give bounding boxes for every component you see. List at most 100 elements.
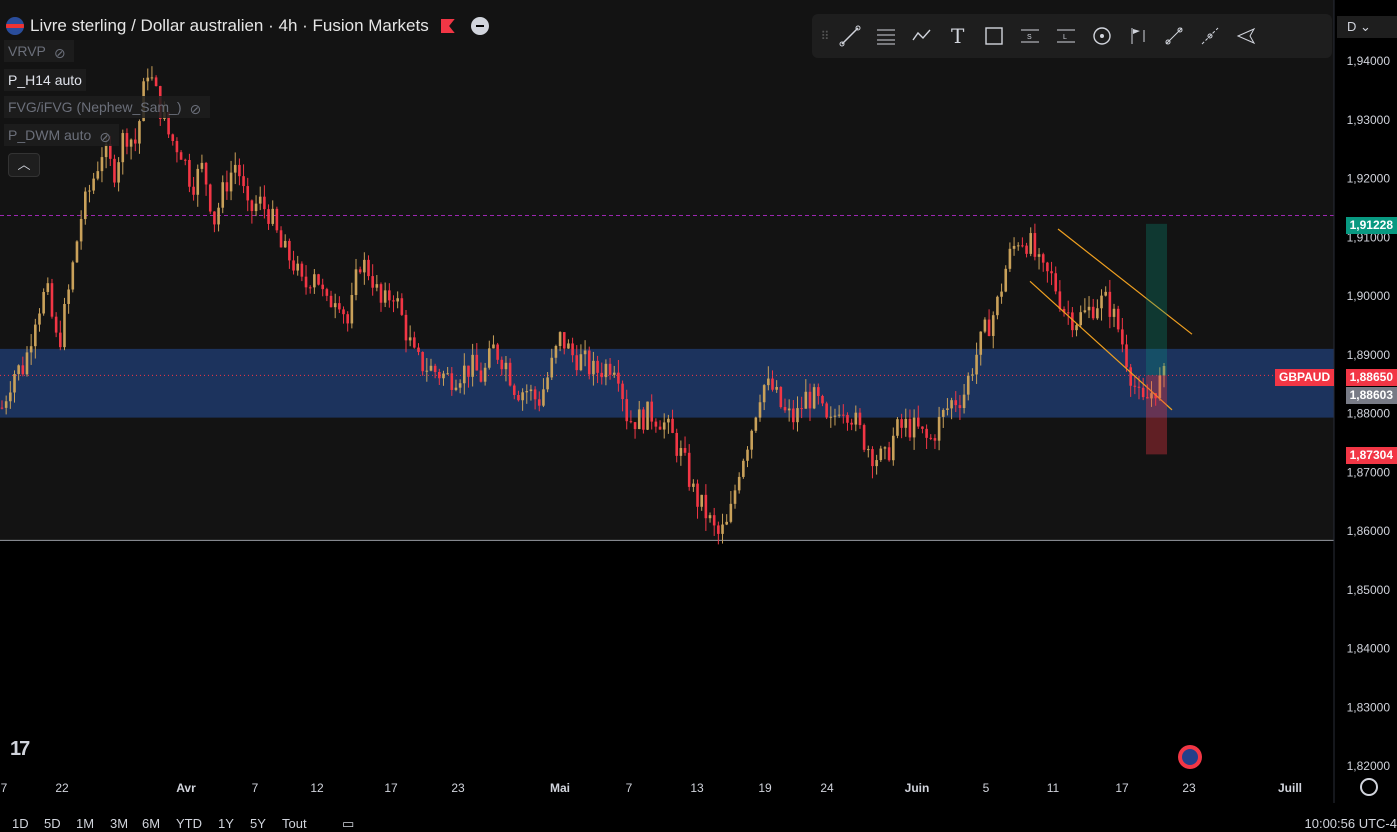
candle-body	[792, 409, 795, 423]
candle-body	[84, 192, 87, 219]
long-position-icon[interactable]: S	[1014, 20, 1046, 52]
eye-hidden-icon[interactable]: ⊘	[54, 45, 70, 57]
time-tick-label: 11	[1047, 781, 1060, 795]
timeframe-5y[interactable]: 5Y	[250, 816, 266, 831]
candle-body	[359, 269, 362, 272]
short-position-icon[interactable]: L	[1050, 20, 1082, 52]
date-range-calendar-icon[interactable]: ▭	[342, 816, 354, 832]
price-tick-label: 1,89000	[1347, 348, 1391, 362]
symbol-title[interactable]: Livre sterling / Dollar australien · 4h …	[30, 16, 429, 36]
candle-body	[755, 418, 758, 431]
candle-body	[251, 200, 254, 211]
price-chart[interactable]: 1,940001,930001,920001,910001,900001,890…	[0, 0, 1397, 827]
text-icon[interactable]: T	[942, 20, 974, 52]
candle-body	[959, 405, 962, 408]
price-tick-label: 1,92000	[1347, 172, 1391, 186]
trendline-icon[interactable]	[834, 20, 866, 52]
symbol-price-tag: GBPAUD	[1275, 369, 1334, 386]
timeframe-1d[interactable]: 1D	[12, 816, 29, 831]
red-flag-icon[interactable]	[441, 19, 455, 33]
flag-marker-icon[interactable]	[1122, 20, 1154, 52]
candle-body	[517, 395, 520, 400]
timeframe-ytd[interactable]: YTD	[176, 816, 202, 831]
candle-body	[155, 77, 158, 86]
currency-selector[interactable]: D ⌄	[1337, 16, 1397, 38]
candle-body	[1025, 246, 1028, 254]
candle-body	[709, 515, 712, 518]
timeframe-5d[interactable]: 5D	[44, 816, 61, 831]
candle-body	[151, 77, 154, 78]
candle-body	[1034, 233, 1037, 257]
candle-body	[1113, 309, 1116, 317]
long-position-tool[interactable]	[1146, 224, 1167, 455]
anchored-vwap-icon[interactable]	[1086, 20, 1118, 52]
candle-body	[1117, 309, 1120, 330]
timeframe-3m[interactable]: 3M	[110, 816, 128, 831]
timeframe-1y[interactable]: 1Y	[218, 816, 234, 831]
indicator-p-dwm[interactable]: P_DWM auto ⊘	[4, 124, 119, 146]
candle-body	[917, 418, 920, 427]
candle-body	[1004, 269, 1007, 292]
settings-gear-icon[interactable]	[1360, 778, 1378, 796]
candle-body	[1084, 310, 1087, 312]
hide-legend-icon[interactable]	[471, 17, 489, 35]
uk-flag-icon[interactable]	[1178, 745, 1202, 769]
candle-body	[1017, 245, 1020, 246]
eye-hidden-icon[interactable]: ⊘	[190, 101, 206, 113]
candle-body	[234, 165, 237, 173]
candle-body	[55, 317, 58, 333]
candle-body	[505, 363, 508, 369]
price-axis[interactable]: 1,940001,930001,920001,910001,900001,890…	[1347, 54, 1391, 773]
price-tick-label: 1,88000	[1347, 407, 1391, 421]
candle-body	[721, 525, 724, 534]
currency-selector-label: D	[1347, 19, 1356, 34]
candle-body	[530, 389, 533, 391]
indicator-vrvp[interactable]: VRVP ⊘	[4, 40, 74, 62]
candle-body	[442, 374, 445, 379]
candle-body	[909, 419, 912, 437]
eye-hidden-icon[interactable]: ⊘	[99, 129, 115, 141]
candle-body	[1121, 329, 1124, 344]
candle-body	[1096, 308, 1099, 318]
drag-handle-icon[interactable]: ⠿	[818, 29, 832, 43]
price-tick-label: 1,94000	[1347, 54, 1391, 68]
timeframe-all[interactable]: Tout	[282, 816, 307, 831]
fib-icon[interactable]	[870, 20, 902, 52]
path-icon[interactable]	[906, 20, 938, 52]
candle-body	[1129, 367, 1132, 385]
pencil-icon[interactable]	[1194, 20, 1226, 52]
brush-icon[interactable]	[1230, 20, 1262, 52]
candle-body	[309, 287, 312, 288]
candle-body	[376, 284, 379, 288]
candle-body	[821, 396, 824, 403]
collapse-legend-button[interactable]: ︿	[8, 153, 40, 177]
measure-icon[interactable]	[1158, 20, 1190, 52]
candle-body	[988, 320, 991, 336]
timeframe-6m[interactable]: 6M	[142, 816, 160, 831]
candle-body	[500, 360, 503, 369]
candle-body	[784, 407, 787, 410]
candle-body	[1029, 233, 1032, 254]
candle-body	[929, 438, 932, 439]
candle-body	[671, 419, 674, 433]
timeframe-1m[interactable]: 1M	[76, 816, 94, 831]
candle-body	[680, 448, 683, 456]
utc-clock[interactable]: 10:00:56 UTC-4	[1305, 816, 1397, 831]
svg-text:S: S	[1027, 34, 1032, 41]
candle-body	[384, 290, 387, 302]
tradingview-logo-icon: 17	[10, 738, 28, 761]
rectangle-icon[interactable]	[978, 20, 1010, 52]
candle-body	[76, 241, 79, 262]
candle-body	[650, 402, 653, 422]
candle-body	[730, 504, 733, 522]
indicator-p-h14[interactable]: P_H14 auto	[4, 69, 86, 91]
candle-body	[51, 283, 54, 316]
candle-body	[750, 431, 753, 450]
candle-body	[480, 370, 483, 381]
candle-body	[346, 314, 349, 323]
candle-body	[221, 182, 224, 207]
indicator-fvg[interactable]: FVG/iFVG (Nephew_Sam_) ⊘	[4, 96, 210, 118]
price-tick-label: 1,83000	[1347, 700, 1391, 714]
candle-body	[288, 241, 291, 260]
candle-body	[954, 400, 957, 405]
